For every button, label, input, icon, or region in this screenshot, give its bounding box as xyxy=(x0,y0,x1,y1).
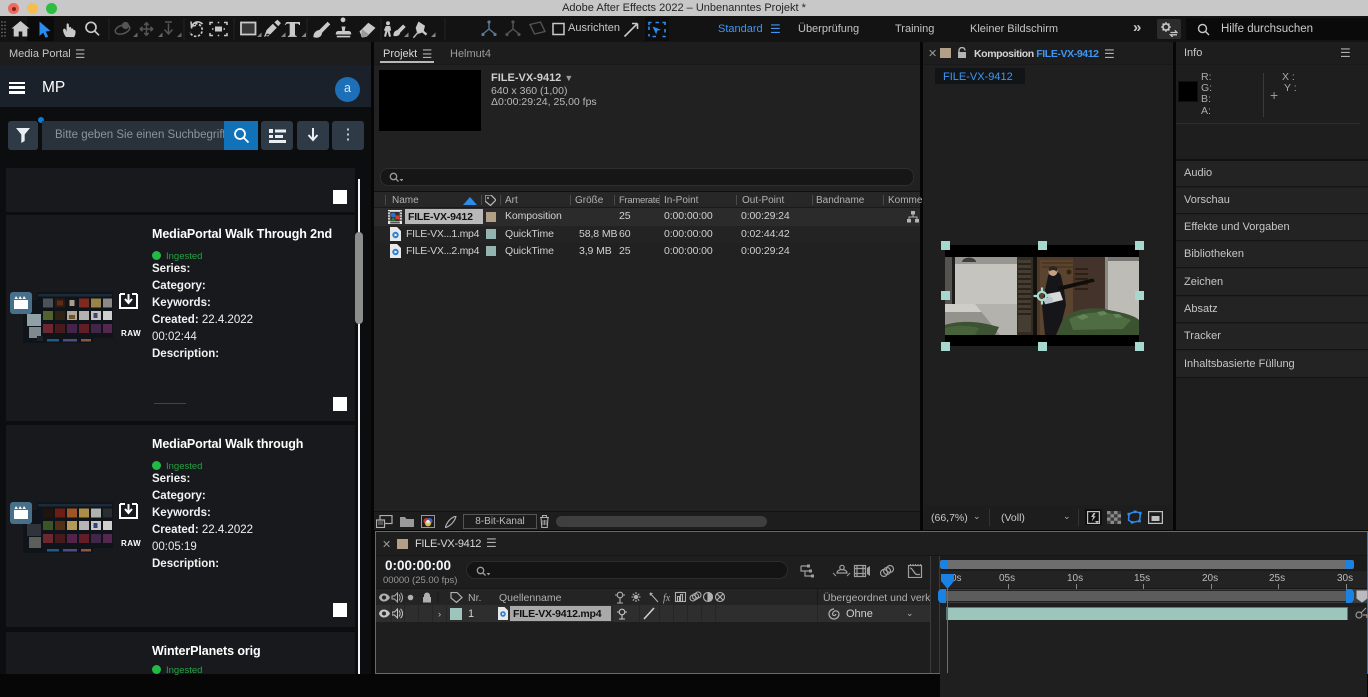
svg-text:fx: fx xyxy=(663,593,671,604)
